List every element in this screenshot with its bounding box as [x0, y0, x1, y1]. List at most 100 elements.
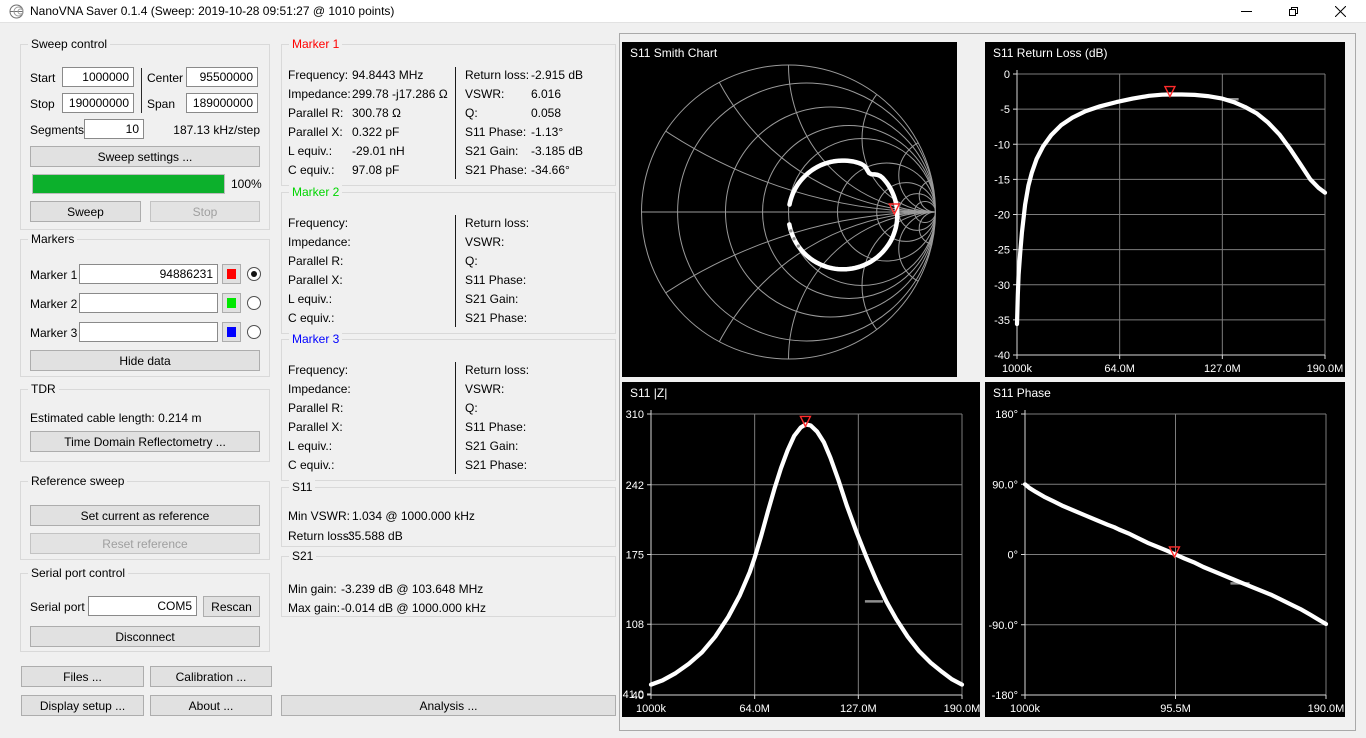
hide-data-button[interactable]: Hide data — [30, 350, 260, 371]
reset-reference-button[interactable]: Reset reference — [30, 533, 260, 554]
window-title: NanoVNA Saver 0.1.4 (Sweep: 2019-10-28 0… — [30, 4, 395, 18]
marker-field-value: -3.185 dB — [531, 144, 584, 158]
marker1-input[interactable] — [79, 264, 218, 284]
svg-text:0°: 0° — [1007, 550, 1018, 562]
marker-field-value: -34.66° — [531, 163, 570, 177]
min-vswr-label: Min VSWR: — [288, 509, 351, 523]
marker3-radio[interactable] — [247, 325, 261, 339]
center-input[interactable] — [186, 67, 258, 87]
svg-text:242: 242 — [626, 480, 644, 492]
marker-field-label: Parallel X: — [288, 125, 343, 139]
disconnect-button[interactable]: Disconnect — [30, 626, 260, 647]
marker-field-value: 0.058 — [531, 106, 562, 120]
marker-field-label: Frequency: — [288, 216, 349, 230]
stop-button[interactable]: Stop — [150, 201, 260, 222]
marker-field-label: S21 Gain: — [465, 292, 519, 306]
marker2-info-box: Marker 2 Frequency: Return loss: Impedance… — [281, 185, 616, 334]
min-gain-label: Min gain: — [288, 582, 337, 596]
analysis-button[interactable]: Analysis ... — [281, 695, 616, 716]
column-divider — [455, 67, 456, 179]
set-reference-button[interactable]: Set current as reference — [30, 505, 260, 526]
span-input[interactable] — [186, 93, 258, 113]
marker1-color-button[interactable] — [222, 264, 241, 284]
tdr-button[interactable]: Time Domain Reflectometry ... — [30, 431, 260, 452]
marker-field-label: Parallel R: — [288, 106, 344, 120]
about-button[interactable]: About ... — [150, 695, 272, 716]
stop-input[interactable] — [62, 93, 134, 113]
sweep-settings-button[interactable]: Sweep settings ... — [30, 146, 260, 167]
data-trace — [1014, 92, 1328, 327]
svg-text:64.0M: 64.0M — [1104, 363, 1135, 375]
serial-port-label: Serial port — [30, 600, 85, 614]
span-label: Span — [147, 97, 176, 111]
cable-length-label: Estimated cable length: 0.214 m — [30, 411, 202, 425]
sweep-button[interactable]: Sweep — [30, 201, 141, 222]
svg-text:-90.0°: -90.0° — [989, 620, 1018, 632]
marker2-color-button[interactable] — [222, 293, 241, 313]
progress-fill — [33, 175, 224, 193]
svg-text:1000k: 1000k — [1002, 363, 1032, 375]
start-label: Start — [30, 71, 56, 85]
svg-text:90.0°: 90.0° — [992, 479, 1018, 491]
svg-text:-5: -5 — [1000, 104, 1010, 116]
svg-text:127.0M: 127.0M — [840, 703, 877, 715]
marker2-input[interactable] — [79, 293, 218, 313]
calibration-button[interactable]: Calibration ... — [150, 666, 272, 687]
marker-field-label: C equiv.: — [288, 458, 335, 472]
restore-button[interactable] — [1270, 0, 1317, 22]
svg-text:1000k: 1000k — [1010, 703, 1040, 715]
marker-field-label: Q: — [465, 401, 478, 415]
svg-text:-20: -20 — [994, 210, 1010, 222]
reference-sweep-title: Reference sweep — [28, 474, 128, 489]
marker-field-value: 300.78 Ω — [352, 106, 402, 120]
close-button[interactable] — [1317, 0, 1364, 22]
marker-field-value: 0.322 pF — [352, 125, 400, 139]
svg-text:1000k: 1000k — [636, 703, 666, 715]
close-icon — [1335, 5, 1346, 17]
marker-field-value: 6.016 — [531, 87, 562, 101]
marker3-color-button[interactable] — [222, 322, 241, 342]
smith-chart-title: S11 Smith Chart — [630, 46, 718, 60]
smith-chart[interactable]: S11 Smith Chart — [622, 42, 957, 377]
phase-chart[interactable]: S11 Phase 180° 90.0° 0° -90.0° -180° 1000k 95.… — [985, 382, 1345, 717]
start-input[interactable] — [62, 67, 134, 87]
marker-field-label: L equiv.: — [288, 292, 333, 306]
markers-title: Markers — [28, 232, 78, 247]
files-button[interactable]: Files ... — [21, 666, 144, 687]
marker1-radio[interactable] — [247, 267, 261, 281]
sweep-progress-bar — [32, 174, 225, 194]
marker2-label: Marker 2 — [30, 297, 78, 311]
marker-field-label: Parallel R: — [288, 401, 344, 415]
svg-text:95.5M: 95.5M — [1160, 703, 1191, 715]
marker-field-label: VSWR: — [465, 235, 505, 249]
marker-field-value: 97.08 pF — [352, 163, 400, 177]
minimize-button[interactable] — [1223, 0, 1270, 22]
svg-text:190.0M: 190.0M — [1307, 363, 1344, 375]
s11-return-loss-value: -35.588 dB — [344, 529, 403, 543]
rescan-button[interactable]: Rescan — [203, 596, 260, 617]
app-window: NanoVNA Saver 0.1.4 (Sweep: 2019-10-28 0… — [0, 0, 1366, 738]
column-divider — [455, 215, 456, 327]
serial-port-input[interactable] — [88, 596, 197, 616]
marker-field-label: Parallel X: — [288, 420, 343, 434]
marker2-info-title: Marker 2 — [289, 185, 343, 200]
svg-text:310: 310 — [626, 409, 644, 421]
svg-text:-15: -15 — [994, 174, 1010, 186]
segments-input[interactable] — [84, 119, 144, 139]
display-setup-button[interactable]: Display setup ... — [21, 695, 144, 716]
svg-text:-180°: -180° — [992, 690, 1018, 702]
s21-summary-title: S21 — [289, 549, 317, 564]
marker-field-label: S21 Gain: — [465, 144, 519, 158]
marker1-info-box: Marker 1 Frequency: 94.8443 MHz Return los… — [281, 37, 616, 186]
svg-text:64.0M: 64.0M — [739, 703, 770, 715]
return-loss-chart[interactable]: S11 Return Loss (dB) 0 -5 -10 -15 -20 -25 -30 -… — [985, 42, 1345, 377]
impedance-magnitude-chart[interactable]: S11 |Z| 310 242 175 108 41.0 40 1000k 64.0M 127.… — [622, 382, 980, 717]
svg-text:-40: -40 — [994, 350, 1010, 362]
marker3-info-title: Marker 3 — [289, 332, 343, 347]
column-divider — [455, 362, 456, 474]
marker2-radio[interactable] — [247, 296, 261, 310]
marker3-input[interactable] — [79, 322, 218, 342]
marker-field-label: Return loss: — [465, 68, 530, 82]
marker1-label: Marker 1 — [30, 268, 78, 282]
marker-field-label: Parallel R: — [288, 254, 344, 268]
